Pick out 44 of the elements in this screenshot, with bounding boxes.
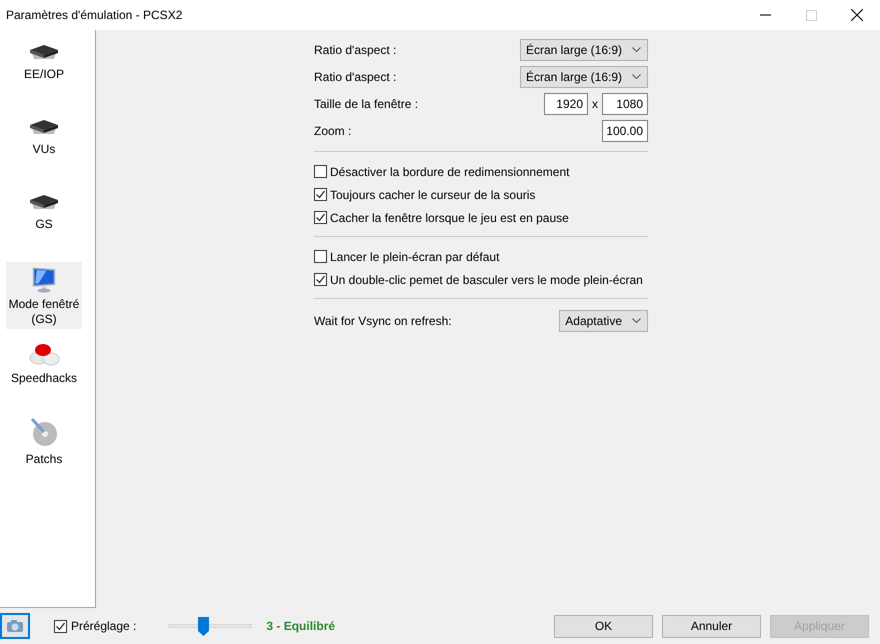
- dialog-button[interactable]: Annuler: [662, 614, 761, 638]
- checkbox[interactable]: [314, 165, 327, 178]
- checkbox[interactable]: [314, 211, 327, 224]
- window-title: Paramètres d'émulation - PCSX2: [5, 7, 184, 24]
- caret-icon: [632, 47, 641, 52]
- times-label: x: [592, 96, 598, 112]
- field-label: Wait for Vsync on refresh:: [314, 312, 452, 330]
- width-field[interactable]: 1920: [544, 92, 588, 114]
- slider-thumb[interactable]: [198, 617, 209, 636]
- checkbox-label[interactable]: Cacher la fenêtre lorsque le jeu est en pause: [330, 208, 569, 226]
- pills-icon: [27, 341, 61, 367]
- camera-icon: [6, 619, 24, 633]
- dialog-button[interactable]: OK: [554, 614, 653, 638]
- field-label: Ratio d'aspect :: [314, 68, 396, 86]
- sidebar-item[interactable]: VUs: [6, 112, 82, 179]
- checkbox-label[interactable]: Désactiver la bordure de redimensionnement: [330, 162, 570, 180]
- field-label: Zoom :: [314, 122, 352, 140]
- caret-icon: [632, 318, 641, 323]
- checkbox-label[interactable]: Toujours cacher le curseur de la souris: [330, 186, 536, 204]
- sidebar-item[interactable]: Mode fenêtré (GS): [6, 262, 82, 329]
- sidebar-item[interactable]: Patchs: [6, 412, 82, 479]
- preset-label[interactable]: Préréglage :: [71, 617, 136, 635]
- camera-button[interactable]: [0, 613, 30, 639]
- height-field[interactable]: 1080: [602, 92, 648, 114]
- checkbox[interactable]: [54, 620, 67, 632]
- checkbox-label[interactable]: Lancer le plein-écran par défaut: [330, 248, 500, 266]
- checkbox[interactable]: [314, 250, 327, 263]
- preset-reading: 3 - Equilibré: [266, 618, 336, 635]
- checkbox-label[interactable]: Un double-clic pemet de basculer vers le mode plein-écran: [330, 270, 643, 288]
- sidebar-item[interactable]: EE/IOP: [6, 37, 82, 104]
- checkbox[interactable]: [314, 188, 327, 201]
- disc-icon: [28, 416, 60, 448]
- minimize-button[interactable]: [760, 14, 770, 16]
- zoom-field[interactable]: 100.00: [602, 120, 648, 142]
- checkbox[interactable]: [314, 273, 327, 286]
- field-label: Taille de la fenêtre :: [314, 96, 418, 112]
- dropdown[interactable]: Écran large (16:9): [520, 66, 648, 88]
- sidebar-item[interactable]: GS: [6, 187, 82, 254]
- dropdown[interactable]: Écran large (16:9): [520, 38, 648, 60]
- field-label: Ratio d'aspect :: [314, 42, 396, 58]
- close-button[interactable]: [851, 9, 863, 21]
- sidebar-item[interactable]: Speedhacks: [6, 337, 82, 404]
- caret-icon: [632, 74, 641, 79]
- dropdown[interactable]: Adaptative: [559, 310, 648, 332]
